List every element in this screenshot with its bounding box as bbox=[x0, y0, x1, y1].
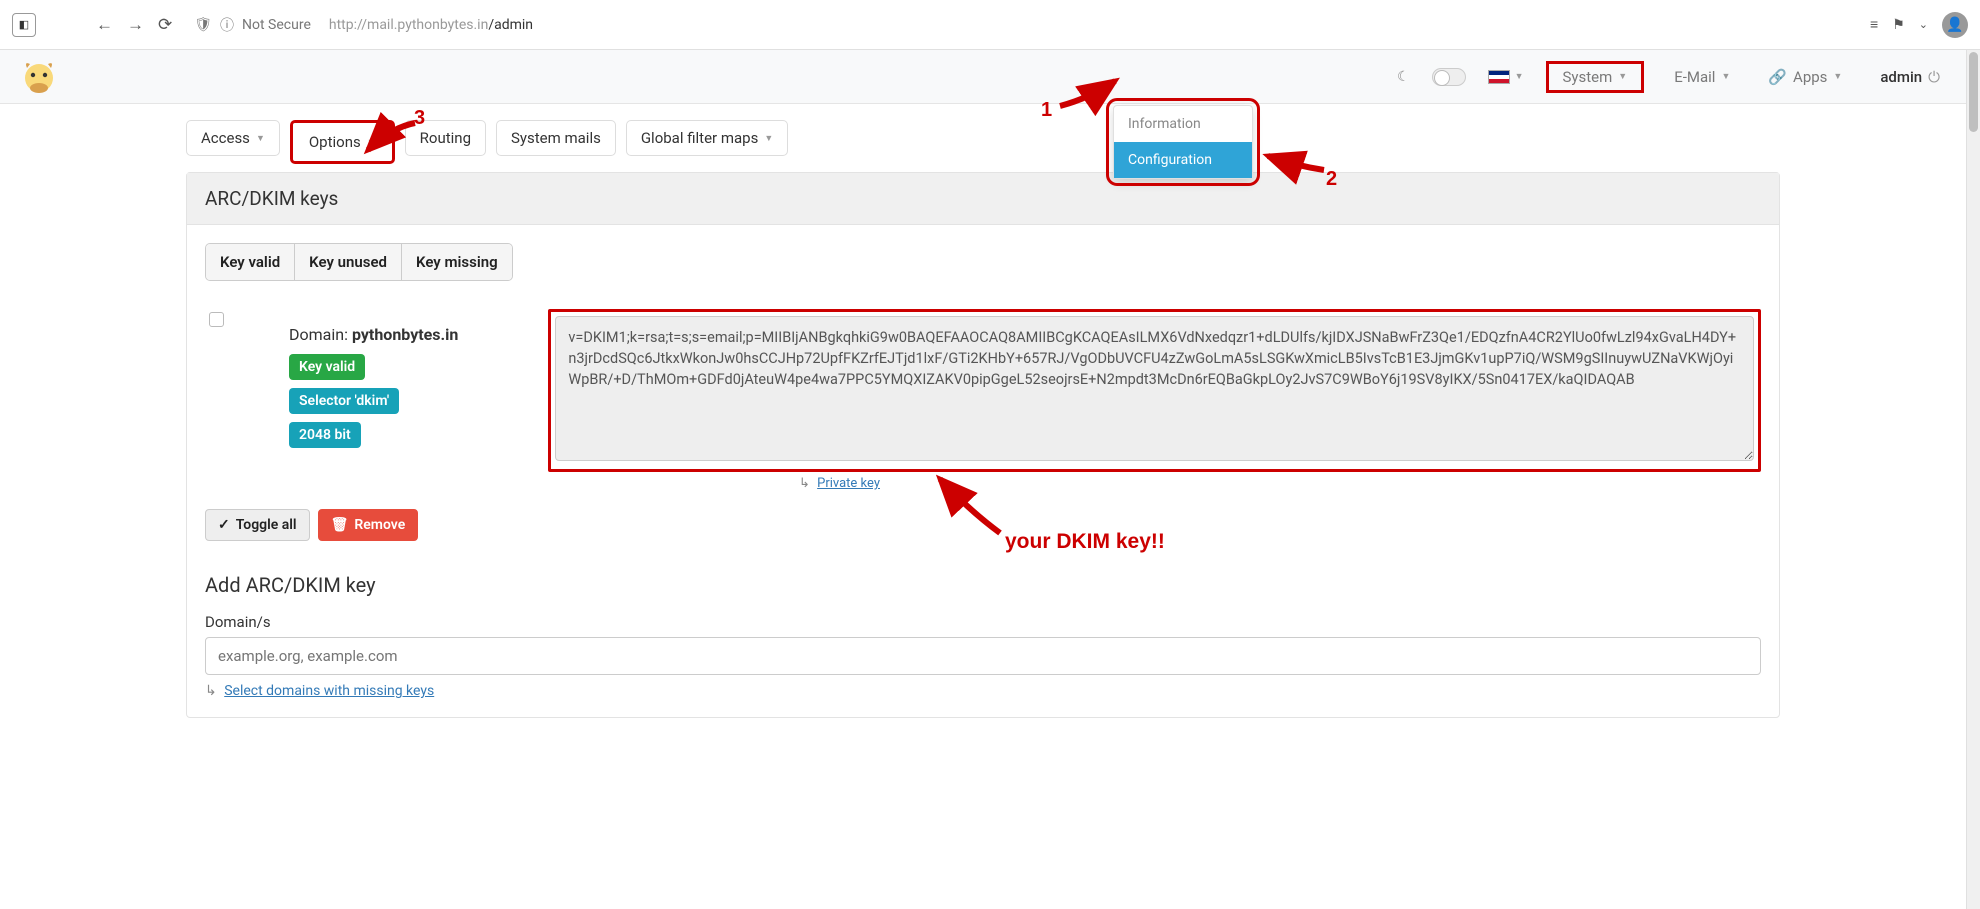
return-arrow-icon: ↳ bbox=[799, 476, 810, 491]
dropdown-item-information[interactable]: Information bbox=[1114, 106, 1252, 142]
chevron-down-icon: ▼ bbox=[256, 133, 265, 144]
tab-system-mails[interactable]: System mails bbox=[496, 120, 616, 156]
app-header: ☾ ▼ System ▼ E-Mail ▼ 🔗 Apps ▼ admin ⏻ bbox=[0, 50, 1966, 104]
chevron-down-icon: ▼ bbox=[1721, 71, 1730, 82]
chevron-down-icon: ▼ bbox=[1833, 71, 1842, 82]
remove-label: Remove bbox=[354, 517, 405, 533]
nav-system-label: System bbox=[1563, 68, 1613, 86]
dkim-panel: ARC/DKIM keys Key valid Key unused Key m… bbox=[186, 172, 1780, 718]
dkim-key-row: Domain: pythonbytes.in Key valid Selecto… bbox=[205, 309, 1761, 472]
url-host: http://mail.pythonbytes.in bbox=[329, 17, 488, 33]
system-dropdown: Information Configuration bbox=[1113, 105, 1253, 179]
domains-input[interactable] bbox=[205, 637, 1761, 675]
mailcow-logo[interactable] bbox=[18, 56, 60, 98]
filter-key-unused[interactable]: Key unused bbox=[295, 244, 402, 280]
shield-icon: 🛡 bbox=[194, 17, 212, 33]
nav-email[interactable]: E-Mail ▼ bbox=[1666, 64, 1738, 90]
security-indicator[interactable]: 🛡 ⓘ Not Secure bbox=[194, 15, 311, 35]
dark-mode-icon: ☾ bbox=[1397, 69, 1410, 85]
return-arrow-icon: ↳ bbox=[205, 683, 217, 699]
domains-field-label: Domain/s bbox=[205, 613, 1761, 631]
forward-icon[interactable]: → bbox=[127, 15, 144, 35]
scrollbar-thumb[interactable] bbox=[1969, 52, 1978, 132]
tab-options[interactable]: Options ▼ bbox=[290, 120, 395, 164]
chevron-down-icon: ▼ bbox=[1515, 71, 1524, 82]
nav-system[interactable]: System ▼ bbox=[1546, 61, 1645, 93]
link-icon: 🔗 bbox=[1768, 68, 1787, 86]
badge-bits: 2048 bit bbox=[289, 422, 361, 448]
tab-options-label: Options bbox=[309, 133, 361, 151]
bookmark-icon[interactable]: ⚑ bbox=[1892, 17, 1905, 33]
uk-flag-icon bbox=[1488, 70, 1510, 84]
nav-email-label: E-Mail bbox=[1674, 68, 1715, 86]
add-key-title: Add ARC/DKIM key bbox=[205, 573, 1761, 597]
chevron-down-icon: ▼ bbox=[1618, 71, 1627, 82]
badge-key-valid: Key valid bbox=[289, 354, 365, 380]
panel-title: ARC/DKIM keys bbox=[187, 173, 1779, 225]
scrollbar[interactable] bbox=[1966, 50, 1980, 909]
filter-key-missing[interactable]: Key missing bbox=[402, 244, 512, 280]
reader-icon[interactable]: ≡ bbox=[1870, 16, 1878, 33]
url-path: /admin bbox=[488, 17, 533, 33]
dropdown-item-configuration[interactable]: Configuration bbox=[1114, 142, 1252, 178]
badge-selector: Selector 'dkim' bbox=[289, 388, 399, 414]
nav-apps[interactable]: 🔗 Apps ▼ bbox=[1760, 64, 1850, 90]
chevron-down-icon: ▼ bbox=[367, 137, 376, 148]
chevron-down-icon: ▼ bbox=[764, 133, 773, 144]
username-label: admin bbox=[1880, 68, 1922, 86]
row-checkbox[interactable] bbox=[209, 312, 224, 327]
toggle-all-label: Toggle all bbox=[236, 517, 297, 533]
reload-icon[interactable]: ⟳ bbox=[158, 15, 172, 35]
domain-value: pythonbytes.in bbox=[352, 325, 458, 344]
chevron-down-icon[interactable]: ⌄ bbox=[1919, 18, 1928, 31]
select-missing-line: ↳ Select domains with missing keys bbox=[205, 683, 1761, 699]
user-menu[interactable]: admin ⏻ bbox=[1872, 64, 1948, 90]
tab-routing[interactable]: Routing bbox=[405, 120, 486, 156]
nav-apps-label: Apps bbox=[1793, 68, 1827, 86]
tab-access[interactable]: Access ▼ bbox=[186, 120, 280, 156]
dkim-key-textarea[interactable] bbox=[555, 316, 1754, 461]
dark-mode-toggle[interactable] bbox=[1432, 68, 1466, 86]
sidebar-toggle-icon[interactable]: ◧ bbox=[12, 13, 36, 37]
bulk-actions: ✓ Toggle all 🗑 Remove bbox=[205, 509, 1761, 541]
domain-label: Domain: bbox=[289, 325, 348, 344]
tab-global-filter[interactable]: Global filter maps ▼ bbox=[626, 120, 788, 156]
trash-icon: 🗑 bbox=[331, 517, 349, 533]
domain-line: Domain: pythonbytes.in bbox=[289, 325, 458, 344]
config-tabs: Access ▼ Options ▼ Routing System mails Gl… bbox=[0, 104, 1966, 164]
filter-key-valid[interactable]: Key valid bbox=[206, 244, 295, 280]
not-secure-label: Not Secure bbox=[242, 17, 311, 33]
remove-button[interactable]: 🗑 Remove bbox=[318, 509, 419, 541]
private-key-line: ↳ Private key bbox=[799, 476, 1761, 491]
profile-avatar-icon[interactable]: 👤 bbox=[1942, 12, 1968, 38]
browser-toolbar: ◧ ← → ⟳ 🛡 ⓘ Not Secure http://mail.pytho… bbox=[0, 0, 1980, 50]
tab-access-label: Access bbox=[201, 129, 250, 147]
address-bar[interactable]: http://mail.pythonbytes.in/admin bbox=[329, 17, 533, 33]
language-switcher[interactable]: ▼ bbox=[1488, 70, 1524, 84]
select-missing-link[interactable]: Select domains with missing keys bbox=[224, 683, 434, 699]
power-icon: ⏻ bbox=[1928, 68, 1940, 86]
tab-global-filter-label: Global filter maps bbox=[641, 129, 758, 147]
check-icon: ✓ bbox=[218, 517, 230, 533]
back-icon[interactable]: ← bbox=[96, 15, 113, 35]
private-key-link[interactable]: Private key bbox=[817, 476, 880, 491]
toggle-all-button[interactable]: ✓ Toggle all bbox=[205, 509, 310, 541]
key-status-filter: Key valid Key unused Key missing bbox=[205, 243, 513, 281]
info-icon: ⓘ bbox=[220, 15, 234, 35]
dkim-key-container bbox=[548, 309, 1761, 472]
